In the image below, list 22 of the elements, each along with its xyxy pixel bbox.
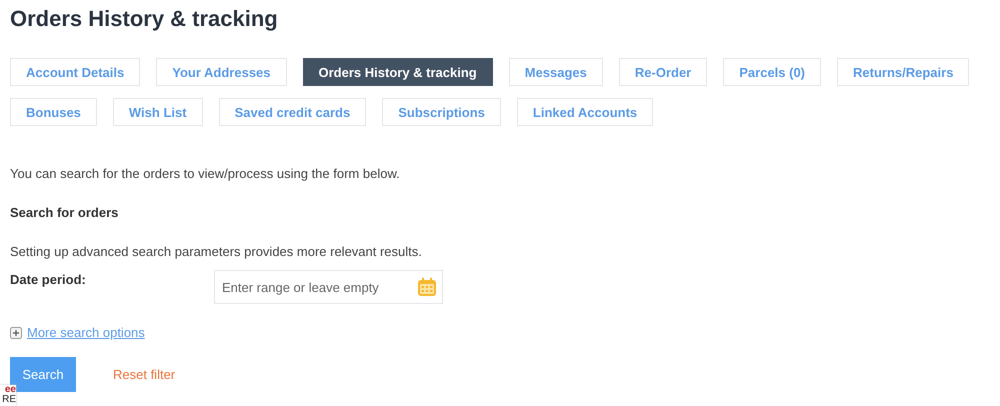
date-field[interactable]: Enter range or leave empty [214,270,443,304]
tab[interactable]: Orders History & tracking [302,58,493,86]
tab[interactable]: Saved credit cards [218,98,366,126]
tab[interactable]: Returns/Repairs [837,58,970,86]
tab[interactable]: Re-Order [618,58,708,86]
site-badge[interactable]: ee RE [0,385,16,406]
tab[interactable]: Account Details [10,58,140,86]
intro-text: You can search for the orders to view/process using the form below. [10,166,401,182]
page-title: Orders History & tracking [10,5,279,32]
tab[interactable]: Linked Accounts [516,98,654,126]
tab[interactable]: Bonuses [10,98,97,126]
hint-text: Setting up advanced search parameters provides more relevant results. [10,244,423,260]
tab[interactable]: Messages [508,58,603,86]
field-label: Date period: [10,271,87,289]
tab[interactable]: Your Addresses [156,58,287,86]
tab[interactable]: Subscriptions [382,98,501,126]
tab[interactable]: Parcels (0) [723,58,822,86]
reset-filter-link[interactable]: Reset filter [113,367,176,382]
more-options-link[interactable]: More search options [27,325,145,340]
expand-icon[interactable] [10,326,22,338]
section-heading: Search for orders [10,205,120,221]
tab[interactable]: Wish List [112,98,203,126]
